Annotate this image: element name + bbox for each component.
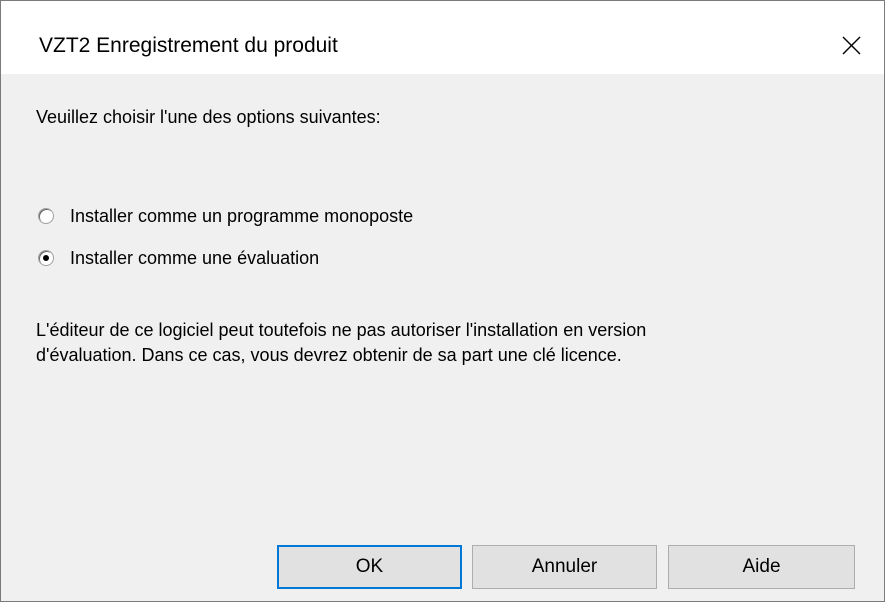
- title-bar: VZT2 Enregistrement du produit: [1, 1, 884, 74]
- dialog-body: Veuillez choisir l'une des options suiva…: [1, 74, 884, 601]
- option-label-single-user[interactable]: Installer comme un programme monoposte: [70, 206, 413, 227]
- option-single-user[interactable]: Installer comme un programme monoposte: [38, 203, 413, 229]
- license-note: L'éditeur de ce logiciel peut toutefois …: [36, 318, 646, 368]
- close-icon: [842, 36, 860, 54]
- registration-dialog: VZT2 Enregistrement du produit Veuillez …: [0, 0, 885, 602]
- option-label-evaluation[interactable]: Installer comme une évaluation: [70, 248, 319, 269]
- prompt-text: Veuillez choisir l'une des options suiva…: [36, 107, 381, 127]
- radio-button-single-user[interactable]: [38, 208, 54, 224]
- close-button[interactable]: [828, 25, 874, 65]
- radio-button-evaluation[interactable]: [38, 250, 54, 266]
- ok-button[interactable]: OK: [277, 545, 462, 589]
- license-note-line-2: d'évaluation. Dans ce cas, vous devrez o…: [36, 345, 622, 365]
- option-evaluation[interactable]: Installer comme une évaluation: [38, 245, 319, 271]
- window-title: VZT2 Enregistrement du produit: [39, 34, 338, 57]
- license-note-line-1: L'éditeur de ce logiciel peut toutefois …: [36, 320, 647, 340]
- cancel-button[interactable]: Annuler: [472, 545, 657, 589]
- help-button[interactable]: Aide: [668, 545, 855, 589]
